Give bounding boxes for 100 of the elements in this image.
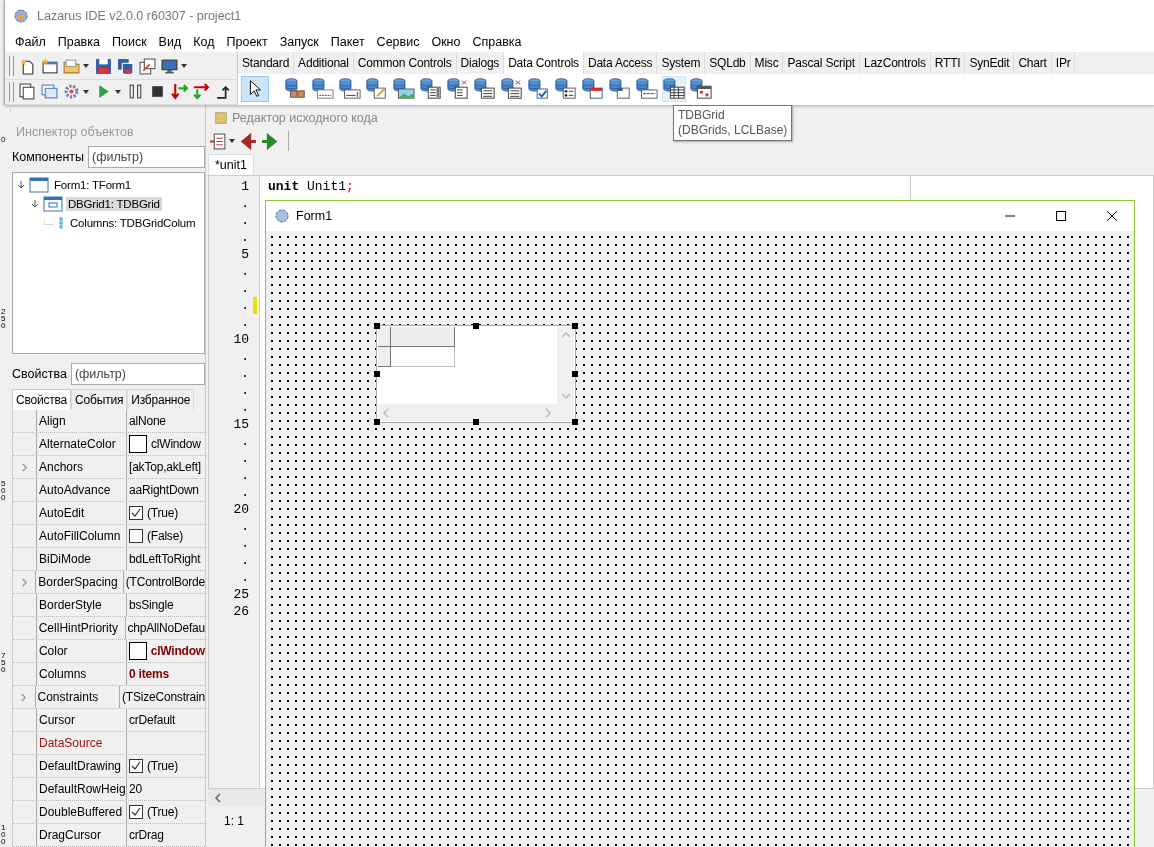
- filter-field[interactable]: (фильтр): [70, 363, 205, 386]
- menu-item[interactable]: Правка: [51, 35, 106, 49]
- caret-icon[interactable]: [228, 137, 236, 145]
- checkbox[interactable]: [129, 506, 143, 520]
- filter-field[interactable]: (фильтр): [88, 145, 205, 168]
- component-button[interactable]: [365, 76, 389, 102]
- property-value: (False): [147, 529, 183, 543]
- resize-handle[interactable]: [473, 323, 479, 329]
- tab[interactable]: Data Access: [583, 52, 658, 74]
- tab[interactable]: System: [657, 52, 706, 74]
- scroll-left-icon[interactable]: [214, 792, 222, 803]
- tab[interactable]: SynEdit: [965, 52, 1015, 74]
- tab[interactable]: SQLdb: [705, 52, 751, 74]
- component-button[interactable]: [527, 76, 551, 102]
- caret-icon[interactable]: [82, 87, 90, 96]
- save-icon[interactable]: [95, 57, 112, 75]
- menu-item[interactable]: Вид: [152, 35, 188, 49]
- menu-item[interactable]: Код: [187, 35, 221, 49]
- pointer-tool[interactable]: [241, 76, 269, 102]
- menu-item[interactable]: Пакет: [324, 35, 371, 49]
- line-number: 20: [233, 502, 250, 517]
- jump-icon[interactable]: [210, 132, 227, 150]
- component-button[interactable]: [446, 76, 470, 102]
- expand-arrow-icon[interactable]: [16, 179, 26, 190]
- expand-arrow-icon[interactable]: [30, 198, 40, 209]
- window-title: Редактор исходного кода: [232, 111, 378, 125]
- resize-handle[interactable]: [374, 323, 380, 329]
- line-number: .: [241, 400, 250, 415]
- component-button[interactable]: [311, 76, 335, 102]
- field-label: Компоненты: [12, 149, 84, 164]
- tree-item[interactable]: DBGrid1: TDBGrid: [66, 196, 162, 211]
- pages-icon[interactable]: [19, 83, 36, 101]
- new-form-icon[interactable]: [41, 57, 58, 75]
- tab[interactable]: Свойства: [12, 389, 72, 410]
- resize-handle[interactable]: [572, 323, 578, 329]
- component-button[interactable]: [608, 76, 632, 102]
- grid-cell[interactable]: [391, 347, 455, 367]
- tab[interactable]: Additional: [294, 52, 354, 74]
- component-button[interactable]: [473, 76, 497, 102]
- line-number: .: [241, 196, 250, 211]
- grid-column-header[interactable]: [391, 327, 455, 347]
- tab[interactable]: Standard: [238, 52, 295, 74]
- component-button[interactable]: [689, 76, 713, 102]
- component-button[interactable]: [581, 76, 605, 102]
- line-number: .: [241, 485, 250, 500]
- tab[interactable]: Misc: [750, 52, 784, 74]
- back-arrow-icon[interactable]: [240, 132, 257, 150]
- menu-item[interactable]: Поиск: [105, 35, 153, 49]
- resize-handle[interactable]: [374, 371, 380, 377]
- tab[interactable]: Common Controls: [353, 52, 457, 74]
- window-title: Инспектор объектов: [15, 124, 135, 141]
- tab[interactable]: IPr: [1051, 52, 1076, 74]
- menu-item[interactable]: Сервис: [370, 35, 426, 49]
- component-button[interactable]: [662, 76, 686, 102]
- property-value: (TSizeConstrain: [121, 690, 205, 704]
- line-number: .: [241, 519, 250, 534]
- save-all-icon[interactable]: [117, 57, 134, 75]
- property-value: clWindow: [151, 437, 201, 451]
- component-button[interactable]: [419, 76, 443, 102]
- property-value: aaRightDown: [129, 483, 199, 497]
- tree-item[interactable]: Columns: TDBGridColum: [68, 215, 198, 230]
- menu-item[interactable]: Справка: [466, 35, 528, 49]
- tab[interactable]: *unit1: [208, 154, 254, 175]
- menu-item[interactable]: Проект: [220, 35, 274, 49]
- caret-icon[interactable]: [114, 87, 122, 96]
- tab[interactable]: Data Controls: [504, 52, 584, 74]
- step-over-icon[interactable]: [193, 83, 210, 101]
- new-file-icon[interactable]: [19, 57, 36, 75]
- tab[interactable]: LazControls: [859, 52, 931, 74]
- checkbox[interactable]: [129, 759, 143, 773]
- component-button[interactable]: [635, 76, 659, 102]
- tab[interactable]: События: [71, 389, 128, 410]
- component-button[interactable]: [392, 76, 416, 102]
- resize-handle[interactable]: [374, 419, 380, 425]
- windows-icon[interactable]: [41, 83, 58, 101]
- resize-handle[interactable]: [473, 419, 479, 425]
- forward-arrow-icon[interactable]: [261, 132, 278, 150]
- tab[interactable]: Избранное: [127, 389, 195, 410]
- resize-handle[interactable]: [572, 371, 578, 377]
- component-button[interactable]: [554, 76, 578, 102]
- checkbox[interactable]: [129, 805, 143, 819]
- checkbox[interactable]: [129, 529, 143, 543]
- monitor-icon[interactable]: [161, 57, 178, 75]
- line-number: .: [241, 570, 250, 585]
- toggle-form-icon[interactable]: [139, 57, 156, 75]
- pause-icon[interactable]: [127, 83, 144, 101]
- menu-item[interactable]: Окно: [425, 35, 467, 49]
- tree-item[interactable]: Form1: TForm1: [52, 177, 134, 192]
- horizontal-scrollbar[interactable]: [208, 789, 264, 806]
- step-into-icon[interactable]: [171, 83, 188, 101]
- menu-item[interactable]: Файл: [9, 35, 52, 49]
- menu-item[interactable]: Запуск: [273, 35, 325, 49]
- tab[interactable]: RTTI: [930, 52, 966, 74]
- resize-handle[interactable]: [572, 419, 578, 425]
- component-button[interactable]: [338, 76, 362, 102]
- database-navigator-icon: [285, 78, 307, 100]
- tab[interactable]: Chart: [1014, 52, 1052, 74]
- tab[interactable]: Pascal Script: [783, 52, 860, 74]
- component-button[interactable]: [500, 76, 524, 102]
- step-out-icon[interactable]: [215, 83, 232, 101]
